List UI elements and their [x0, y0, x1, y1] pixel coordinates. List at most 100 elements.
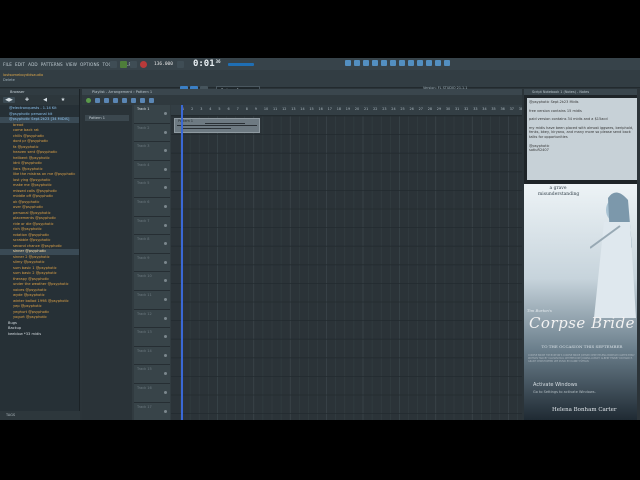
track-mute-dot[interactable] — [164, 167, 167, 171]
track-header[interactable]: Track 1 — [134, 105, 170, 124]
tempo-display[interactable]: 136.000 — [154, 62, 173, 67]
fl-studio-window: FILE EDIT ADD PATTERNS VIEW OPTIONS TOOL… — [0, 58, 640, 420]
ruler-bar-number: 7 — [236, 107, 239, 111]
track-name: Track 16 — [137, 386, 152, 390]
ruler-bar-number: 13 — [291, 107, 296, 111]
track-mute-dot[interactable] — [164, 242, 167, 246]
track-mute-dot[interactable] — [164, 316, 167, 320]
browser-tab-add[interactable]: ✚ — [21, 97, 33, 103]
track-header[interactable]: Track 5 — [134, 179, 170, 198]
menu-view[interactable]: VIEW — [66, 62, 77, 67]
mute-tool-icon[interactable] — [122, 97, 127, 103]
select-tool-icon[interactable] — [140, 97, 145, 103]
corpse-bride-poster: a grave misunderstanding Tim Burton's Co… — [524, 184, 640, 420]
menu-edit[interactable]: EDIT — [15, 62, 25, 67]
track-mute-dot[interactable] — [164, 372, 167, 376]
notes-title: Script Notebook 1 (Notes) - Notes — [524, 89, 640, 95]
ruler-bar-number: 9 — [254, 107, 257, 111]
browser-panel: Browser ◀▶ ✚ ◀ ★ @electronquests - 1.14 … — [0, 89, 80, 420]
window-icon[interactable] — [417, 60, 423, 66]
track-header[interactable]: Track 17 — [134, 402, 170, 420]
browser-folder[interactable]: @psyphotic Sept.2k23 [34 MIDIS] — [0, 117, 79, 123]
track-mute-dot[interactable] — [164, 279, 167, 283]
ruler-bar-number: 22 — [373, 107, 378, 111]
cart-icon[interactable] — [444, 60, 450, 66]
browser-file[interactable]: keeblow *33 midis — [0, 332, 79, 338]
track-mute-dot[interactable] — [164, 353, 167, 357]
menu-patterns[interactable]: PATTERNS — [41, 62, 63, 67]
track-mute-dot[interactable] — [164, 409, 167, 413]
plugin-picker-icon[interactable] — [390, 60, 396, 66]
draw-tool-icon[interactable] — [95, 97, 100, 103]
ruler-bar-number: 15 — [309, 107, 314, 111]
browser-tab-expand[interactable]: ◀▶ — [3, 97, 15, 103]
track-header[interactable]: Track 3 — [134, 142, 170, 161]
notes-editor[interactable]: @psyphotic Sept.2k23 Midis free version … — [527, 98, 637, 180]
stop-button[interactable] — [130, 60, 137, 68]
playhead[interactable] — [181, 105, 183, 420]
track-header[interactable]: Track 2 — [134, 123, 170, 143]
track-mute-dot[interactable] — [164, 112, 167, 115]
slice-tool-icon[interactable] — [131, 97, 136, 103]
menu-add[interactable]: ADD — [28, 62, 38, 67]
delete-tool-icon[interactable] — [113, 97, 118, 103]
track-name: Track 10 — [137, 274, 152, 279]
track-mute-dot[interactable] — [164, 186, 167, 190]
note-line-2: free version contains 15 midis — [529, 108, 582, 113]
track-header[interactable]: Track 15 — [134, 365, 170, 384]
track-mute-dot[interactable] — [164, 260, 167, 264]
track-header[interactable]: Track 6 — [134, 198, 170, 217]
pattern-clip[interactable]: Pattern 1 — [174, 118, 260, 133]
track-name: Track 4 — [137, 162, 150, 167]
menu-options[interactable]: OPTIONS — [80, 62, 99, 67]
track-header[interactable]: Track 9 — [134, 253, 170, 273]
track-header[interactable]: Track 13 — [134, 328, 170, 347]
browser-footer[interactable]: TAGS — [0, 411, 80, 420]
track-name: Track 9 — [137, 255, 150, 260]
track-name: Track 13 — [137, 330, 152, 335]
note-line-4: my midis have been placed with almost ig… — [529, 125, 634, 139]
browser-tab-star[interactable]: ★ — [57, 97, 69, 103]
playlist-menu-icon[interactable] — [86, 97, 91, 103]
track-mute-dot[interactable] — [164, 335, 167, 339]
play-button[interactable] — [120, 60, 127, 68]
browser-icon[interactable] — [381, 60, 387, 66]
playlist-window: Playlist - Arrangement › Pattern 1 Patte… — [82, 89, 522, 420]
hint-text: lostsomeboydidsaudio Delete — [3, 73, 43, 82]
menu-file[interactable]: FILE — [3, 62, 12, 67]
tempo-tapper-icon[interactable] — [408, 60, 414, 66]
ruler-bar-number: 32 — [464, 107, 469, 111]
metronome-button[interactable] — [176, 60, 184, 68]
channel-rack-icon[interactable] — [363, 60, 369, 66]
track-mute-dot[interactable] — [164, 391, 167, 394]
ruler-bar-number: 16 — [318, 107, 323, 111]
note-line-6: sotiuR2407 — [529, 148, 549, 153]
microphone-icon[interactable] — [399, 60, 405, 66]
zoom-tool-icon[interactable] — [149, 97, 154, 103]
track-header[interactable]: Track 11 — [134, 291, 170, 310]
mixer-icon[interactable] — [372, 60, 378, 66]
track-header[interactable]: Track 14 — [134, 346, 170, 366]
pattern-chip[interactable]: Pattern 1 — [85, 115, 129, 121]
track-header[interactable]: Track 8 — [134, 235, 170, 254]
track-mute-dot[interactable] — [164, 149, 167, 153]
info-icon[interactable] — [435, 60, 441, 66]
track-header[interactable]: Track 4 — [134, 160, 170, 180]
track-header[interactable]: Track 7 — [134, 216, 170, 236]
paint-tool-icon[interactable] — [104, 97, 109, 103]
track-mute-dot[interactable] — [164, 223, 167, 227]
track-mute-dot[interactable] — [164, 130, 167, 134]
track-mute-dot[interactable] — [164, 205, 167, 208]
track-header[interactable]: Track 12 — [134, 309, 170, 329]
playlist-icon[interactable] — [345, 60, 351, 66]
pattern-song-toggle[interactable] — [110, 60, 117, 68]
piano-roll-icon[interactable] — [354, 60, 360, 66]
arrangement-grid[interactable]: 1 2 3 4 5 6 7 8 9 10 11 12 13 14 15 16 17 18 19 20 21 22 23 24 2… — [171, 105, 522, 420]
timeline-ruler[interactable]: 1 2 3 4 5 6 7 8 9 10 11 12 13 14 15 16 17 18 19 20 21 22 23 24 2… — [171, 105, 522, 116]
track-mute-dot[interactable] — [164, 298, 167, 301]
track-header[interactable]: Track 16 — [134, 384, 170, 403]
notes-icon[interactable] — [426, 60, 432, 66]
track-header[interactable]: Track 10 — [134, 272, 170, 291]
record-button[interactable] — [140, 60, 147, 68]
browser-tab-speaker[interactable]: ◀ — [39, 97, 51, 103]
